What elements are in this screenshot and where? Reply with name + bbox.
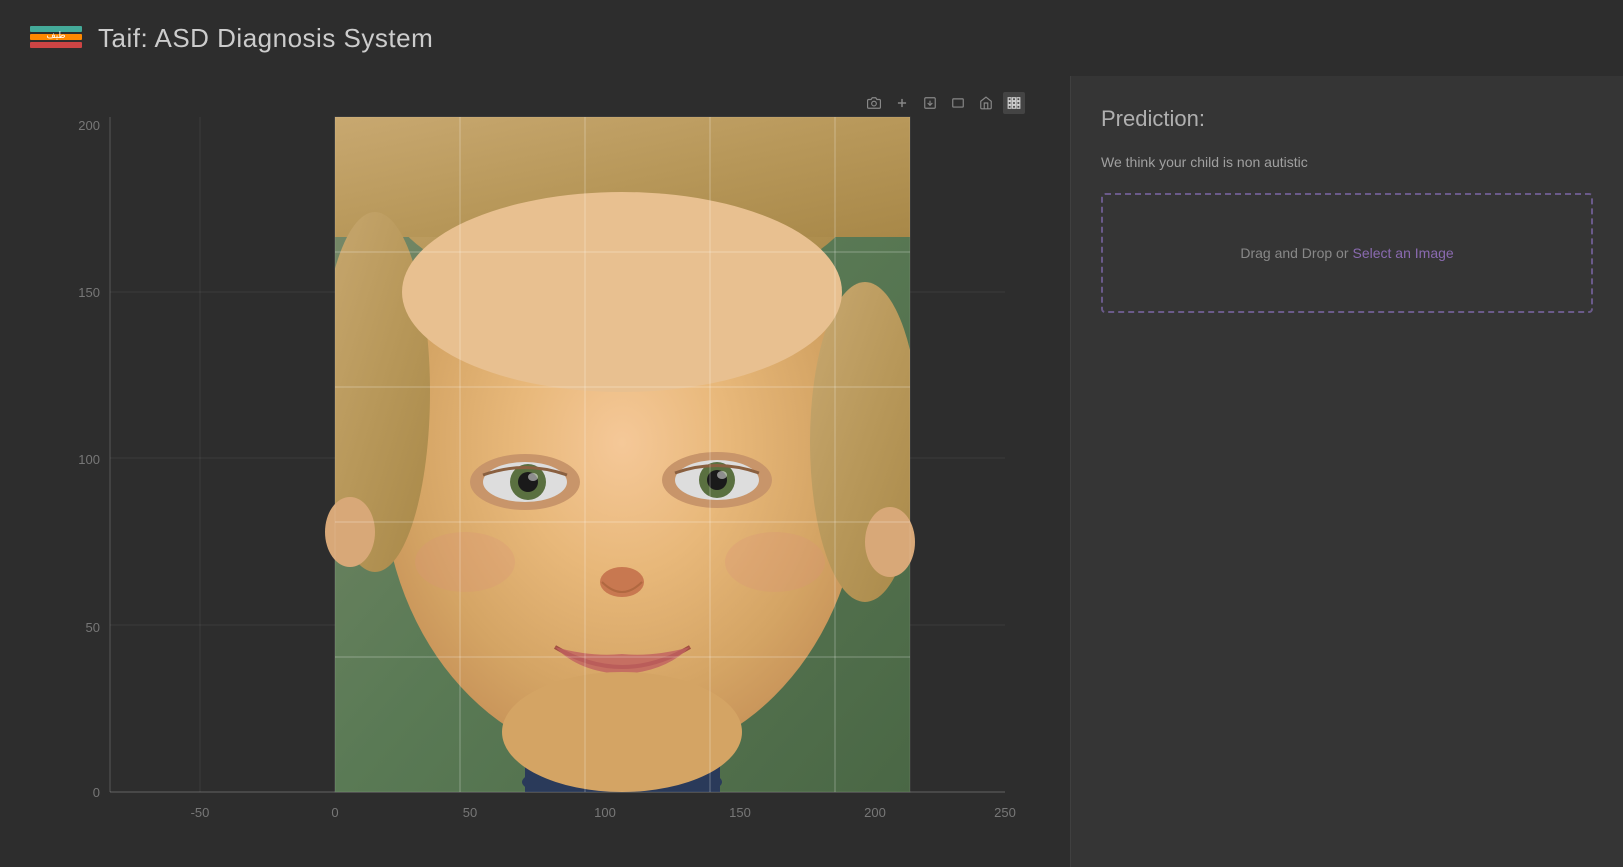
svg-text:100: 100 <box>78 452 100 467</box>
toolbar-settings[interactable] <box>1003 92 1025 114</box>
toolbar-download-png[interactable] <box>919 92 941 114</box>
svg-text:0: 0 <box>93 785 100 800</box>
toolbar-home[interactable] <box>975 92 997 114</box>
svg-text:100: 100 <box>594 805 616 820</box>
right-panel: Prediction: We think your child is non a… <box>1070 76 1623 867</box>
upload-select-link[interactable]: Select an Image <box>1353 245 1454 261</box>
chart-svg: 0 50 100 150 200 -50 0 50 100 150 200 25… <box>45 92 1025 842</box>
toolbar-plus[interactable] <box>891 92 913 114</box>
svg-text:طيف: طيف <box>46 30 65 40</box>
svg-text:250: 250 <box>994 805 1016 820</box>
main-content: 0 50 100 150 200 -50 0 50 100 150 200 25… <box>0 76 1623 867</box>
svg-text:150: 150 <box>78 285 100 300</box>
svg-text:200: 200 <box>864 805 886 820</box>
prediction-title: Prediction: <box>1101 106 1593 132</box>
svg-text:0: 0 <box>331 805 338 820</box>
app-title: Taif: ASD Diagnosis System <box>98 23 433 54</box>
prediction-result: We think your child is non autistic <box>1101 152 1593 173</box>
toolbar-camera[interactable] <box>863 92 885 114</box>
svg-text:200: 200 <box>78 118 100 133</box>
logo-container: طيف <box>30 18 82 58</box>
upload-dropzone[interactable]: Drag and Drop or Select an Image <box>1101 193 1593 313</box>
svg-text:50: 50 <box>86 620 100 635</box>
svg-text:50: 50 <box>463 805 477 820</box>
upload-drag-text: Drag and Drop or <box>1240 245 1348 261</box>
svg-text:-50: -50 <box>191 805 210 820</box>
app-header: طيف Taif: ASD Diagnosis System <box>0 0 1623 76</box>
chart-panel: 0 50 100 150 200 -50 0 50 100 150 200 25… <box>0 76 1070 867</box>
toolbar-download-svg[interactable] <box>947 92 969 114</box>
svg-text:150: 150 <box>729 805 751 820</box>
chart-wrapper: 0 50 100 150 200 -50 0 50 100 150 200 25… <box>45 92 1025 842</box>
logo-icon: طيف <box>30 18 82 58</box>
chart-toolbar <box>863 92 1025 114</box>
